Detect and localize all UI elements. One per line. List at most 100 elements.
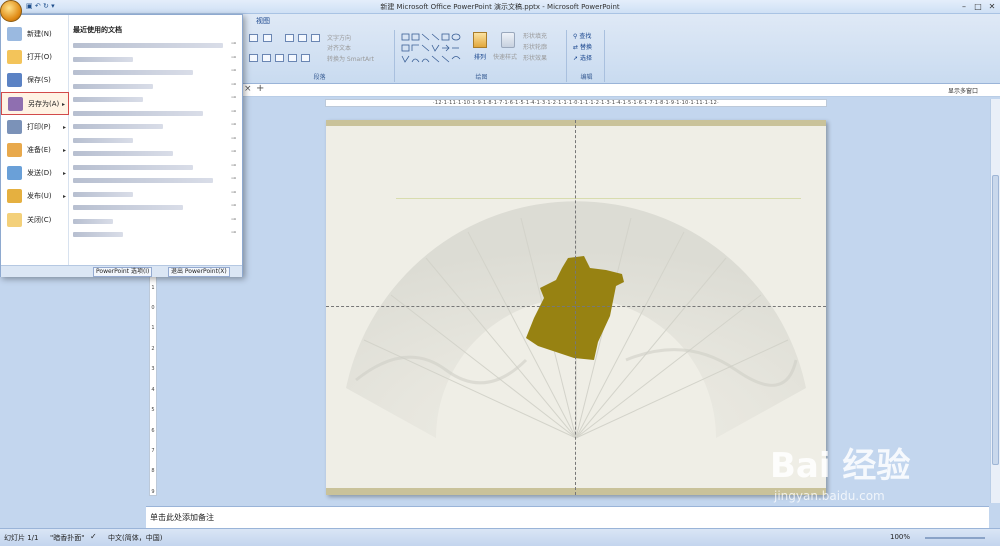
- recent-document-item[interactable]: [73, 70, 193, 75]
- baidu-watermark: Bai 经验 jingyan.baidu.com: [770, 438, 910, 503]
- recent-document-item[interactable]: [73, 232, 123, 237]
- quick-styles-icon[interactable]: [501, 32, 515, 48]
- redo-icon[interactable]: ↻: [43, 2, 49, 10]
- ruler-tick-label: 1: [151, 325, 155, 332]
- shapes-gallery-icon[interactable]: [400, 32, 470, 68]
- shape-outline-button[interactable]: 形状轮廓: [523, 42, 547, 51]
- language-indicator[interactable]: 中文(简体，中国): [108, 533, 162, 543]
- new-tab-icon[interactable]: +: [256, 83, 264, 94]
- exit-powerpoint-button[interactable]: 退出 PowerPoint(X): [168, 267, 230, 277]
- zoom-level[interactable]: 100%: [890, 533, 910, 541]
- shape-fill-button[interactable]: 形状填充: [523, 31, 547, 40]
- convert-smartart-button[interactable]: 转换为 SmartArt: [327, 54, 374, 63]
- ruler-tick-label: 6: [151, 427, 155, 434]
- pin-icon[interactable]: ⊸: [231, 229, 236, 236]
- pin-icon[interactable]: ⊸: [231, 121, 236, 128]
- line-spacing-icon[interactable]: [311, 34, 320, 42]
- pin-icon[interactable]: ⊸: [231, 202, 236, 209]
- ruler-tick-label: 9: [151, 488, 155, 495]
- pin-icon[interactable]: ⊸: [231, 54, 236, 61]
- vertical-scrollbar[interactable]: [990, 99, 1000, 503]
- ruler-tick-label: 0: [151, 304, 155, 311]
- pin-icon[interactable]: ⊸: [231, 81, 236, 88]
- numbering-icon[interactable]: [263, 34, 272, 42]
- recent-document-item[interactable]: [73, 191, 133, 197]
- find-button[interactable]: ⚲ 查找: [573, 31, 591, 40]
- align-left-icon[interactable]: [249, 54, 258, 62]
- pin-icon[interactable]: ⊸: [231, 148, 236, 155]
- decrease-indent-icon[interactable]: [285, 34, 294, 42]
- close-tab-icon[interactable]: ×: [244, 84, 252, 94]
- office-button-icon[interactable]: [0, 0, 22, 22]
- scrollbar-thumb[interactable]: [992, 175, 999, 465]
- drawing-group-label: 绘图: [475, 74, 488, 81]
- pin-icon[interactable]: ⊸: [231, 108, 236, 115]
- ruler-tick-label: 1: [151, 284, 155, 291]
- align-center-icon[interactable]: [262, 54, 271, 62]
- recent-document-item[interactable]: [73, 218, 113, 224]
- increase-indent-icon[interactable]: [298, 34, 307, 42]
- editing-group: ⚲ 查找 ⇄ 替换 ➚ 选择 编辑: [569, 30, 605, 82]
- close-button[interactable]: ✕: [986, 1, 998, 12]
- save-icon[interactable]: ▣: [26, 2, 33, 10]
- recent-document-item[interactable]: [73, 124, 163, 129]
- recent-document-item[interactable]: [73, 137, 133, 143]
- columns-icon[interactable]: [301, 54, 310, 62]
- select-button[interactable]: ➚ 选择: [573, 53, 592, 62]
- horizontal-guide[interactable]: [326, 306, 826, 307]
- pin-icon[interactable]: ⊸: [231, 40, 236, 47]
- powerpoint-options-button[interactable]: PowerPoint 选项(I): [93, 267, 153, 277]
- pin-icon[interactable]: ⊸: [231, 94, 236, 101]
- pin-icon[interactable]: ⊸: [231, 216, 236, 223]
- pin-icon[interactable]: ⊸: [231, 162, 236, 169]
- recent-document-item[interactable]: [73, 56, 133, 62]
- watermark-logo: Bai 经验: [770, 446, 911, 486]
- pin-icon[interactable]: ⊸: [231, 189, 236, 196]
- quick-access-toolbar: ▣ ↶ ↻ ▾: [26, 2, 55, 10]
- tab-view[interactable]: 视图: [256, 16, 270, 26]
- recent-document-item[interactable]: [73, 43, 223, 48]
- align-text-button[interactable]: 对齐文本: [327, 43, 351, 52]
- replace-icon: ⇄: [573, 44, 579, 51]
- recent-document-item[interactable]: [73, 178, 213, 183]
- pin-icon[interactable]: ⊸: [231, 175, 236, 182]
- vertical-guide[interactable]: [575, 120, 576, 495]
- customize-qat-icon[interactable]: ▾: [51, 2, 55, 10]
- replace-button[interactable]: ⇄ 替换: [573, 42, 592, 51]
- office-menu-footer: PowerPoint 选项(I) 退出 PowerPoint(X): [1, 265, 242, 277]
- recent-documents-list: ⊸ ⊸ ⊸ ⊸ ⊸ ⊸ ⊸ ⊸ ⊸ ⊸ ⊸ ⊸ ⊸ ⊸ ⊸: [1, 15, 242, 265]
- quick-styles-button[interactable]: 快速样式: [493, 52, 517, 61]
- ruler-tick-label: 8: [151, 468, 155, 475]
- spellcheck-icon[interactable]: ✓: [90, 532, 97, 541]
- undo-icon[interactable]: ↶: [35, 2, 41, 10]
- watermark-url: jingyan.baidu.com: [774, 489, 885, 503]
- paragraph-group-label: 段落: [313, 74, 326, 81]
- recent-document-item[interactable]: [73, 164, 193, 170]
- align-right-icon[interactable]: [275, 54, 284, 62]
- olive-shape[interactable]: [326, 120, 826, 495]
- bullets-icon[interactable]: [249, 34, 258, 42]
- justify-icon[interactable]: [288, 54, 297, 62]
- ruler-tick-label: 2: [151, 345, 155, 352]
- recent-document-item[interactable]: [73, 110, 203, 116]
- recent-document-item[interactable]: [73, 205, 183, 210]
- recent-document-item[interactable]: [73, 151, 173, 156]
- recent-document-item[interactable]: [73, 83, 153, 89]
- document-tab-bar: × + 显示多窗口: [242, 83, 1000, 97]
- pin-icon[interactable]: ⊸: [231, 135, 236, 142]
- recent-document-item[interactable]: [73, 97, 143, 102]
- zoom-slider[interactable]: [925, 537, 985, 539]
- show-multi-window-button[interactable]: 显示多窗口: [948, 86, 978, 95]
- pin-icon[interactable]: ⊸: [231, 67, 236, 74]
- find-label: 查找: [579, 33, 592, 40]
- notes-pane[interactable]: 单击此处添加备注: [146, 506, 989, 528]
- text-direction-button[interactable]: 文字方向: [327, 33, 351, 42]
- maximize-button[interactable]: □: [972, 1, 984, 12]
- horizontal-ruler: ·12·1·11·1·10·1·9·1·8·1·7·1·6·1·5·1·4·1·…: [325, 99, 827, 107]
- arrange-icon[interactable]: [473, 32, 487, 48]
- minimize-button[interactable]: –: [958, 1, 970, 12]
- arrange-button[interactable]: 排列: [474, 52, 486, 61]
- slide-canvas[interactable]: [326, 120, 826, 495]
- status-bar: 幻灯片 1/1 "暗香扑面" ✓ 中文(简体，中国) 100%: [0, 528, 1000, 546]
- shape-effects-button[interactable]: 形状效果: [523, 53, 547, 62]
